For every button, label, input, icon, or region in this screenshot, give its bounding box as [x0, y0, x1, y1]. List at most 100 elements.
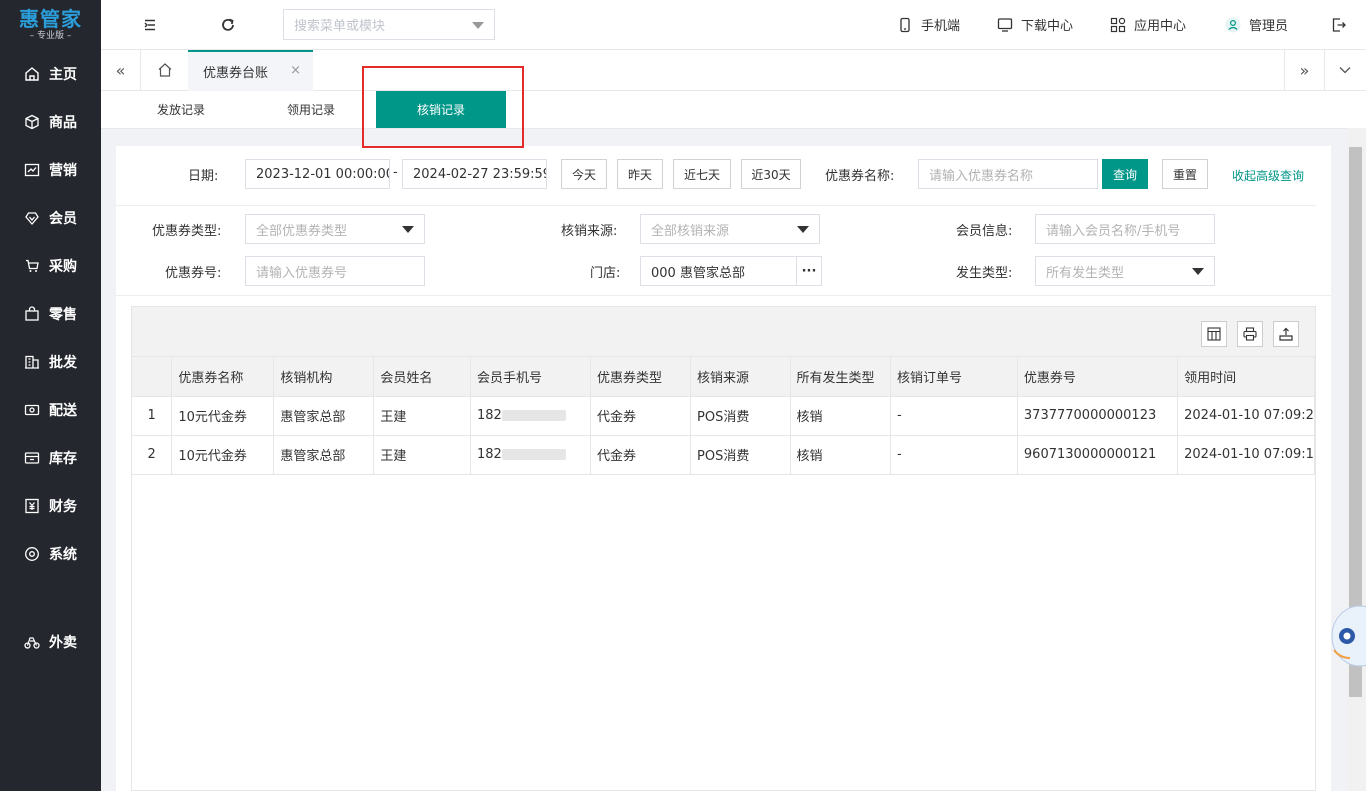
sidebar-item-label: 商品	[49, 115, 77, 131]
tab-verify-records[interactable]: 核销记录	[376, 91, 506, 128]
tab-receive-records[interactable]: 领用记录	[287, 91, 335, 128]
col-header-coupon-no[interactable]: 优惠券号	[1017, 357, 1179, 397]
cell-member-name: 王建	[373, 435, 471, 475]
page-scrollbar[interactable]	[1347, 128, 1366, 791]
query-button[interactable]: 查询	[1102, 159, 1148, 189]
coupon-name-label: 优惠券名称:	[825, 169, 895, 184]
sidebar-item-finance[interactable]: 财务	[0, 482, 101, 530]
menu-search-select[interactable]: 搜索菜单或模块	[283, 9, 495, 40]
tabs-scroll-right-button[interactable]: »	[1284, 50, 1324, 90]
menu-toggle-button[interactable]	[137, 12, 163, 38]
download-center-link[interactable]: 下载中心	[997, 15, 1073, 34]
apps-grid-icon	[1110, 17, 1126, 32]
sidebar-item-takeout[interactable]: 外卖	[0, 618, 101, 666]
refresh-button[interactable]	[215, 12, 241, 38]
logout-button[interactable]	[1326, 12, 1352, 38]
print-button[interactable]	[1237, 321, 1263, 347]
robot-icon	[1331, 605, 1366, 667]
sidebar-item-wholesale[interactable]: 批发	[0, 338, 101, 386]
col-header-member-phone[interactable]: 会员手机号	[470, 357, 592, 397]
box-icon	[25, 114, 39, 130]
date-to-input[interactable]: 2024-02-27 23:59:59	[402, 159, 547, 189]
sidebar-item-goods[interactable]: 商品	[0, 98, 101, 146]
sidebar-item-delivery[interactable]: 配送	[0, 386, 101, 434]
refresh-icon	[222, 18, 234, 31]
sidebar-item-label: 会员	[49, 211, 77, 227]
reset-button[interactable]: 重置	[1162, 159, 1208, 189]
collapse-advanced-link[interactable]: 收起高级查询	[1232, 167, 1304, 184]
app-center-link[interactable]: 应用中心	[1110, 15, 1186, 34]
phone-icon	[900, 17, 910, 32]
mobile-label: 手机端	[921, 19, 961, 34]
export-icon	[1279, 327, 1293, 341]
sidebar-item-system[interactable]: 系统	[0, 530, 101, 578]
date-from-input[interactable]: 2023-12-01 00:00:00	[245, 159, 390, 189]
today-button[interactable]: 今天	[561, 159, 607, 189]
verify-source-select[interactable]: 全部核销来源	[640, 214, 820, 244]
col-header-occur-type[interactable]: 所有发生类型	[790, 357, 891, 397]
tab-issue-records[interactable]: 发放记录	[157, 91, 205, 128]
export-button[interactable]	[1273, 321, 1299, 347]
table-row[interactable]: 2 10元代金券 惠管家总部 王建 182 代金券 POS消费 核销 - 960…	[132, 435, 1315, 475]
chevron-down-icon	[472, 22, 484, 29]
col-header-coupon-name[interactable]: 优惠券名称	[171, 357, 275, 397]
col-header-member-name[interactable]: 会员姓名	[373, 357, 471, 397]
member-info-input[interactable]: 请输入会员名称/手机号	[1035, 214, 1215, 244]
sidebar-item-member[interactable]: 会员	[0, 194, 101, 242]
cell-coupon-type: 代金券	[590, 435, 691, 475]
col-header-verify-source[interactable]: 核销来源	[690, 357, 791, 397]
last-30-days-button[interactable]: 近30天	[741, 159, 801, 189]
building-icon	[25, 355, 39, 369]
coupon-type-select[interactable]: 全部优惠券类型	[245, 214, 425, 244]
yesterday-button[interactable]: 昨天	[617, 159, 663, 189]
cell-occur-type: 核销	[790, 435, 891, 475]
store-picker-button[interactable]: ···	[796, 256, 822, 286]
col-header-verify-order-no[interactable]: 核销订单号	[890, 357, 1018, 397]
records-grid: 优惠券名称 核销机构 会员姓名 会员手机号 优惠券类型 核销来源 所有发生类型 …	[131, 306, 1316, 791]
tab-coupon-ledger[interactable]: 优惠券台账 ×	[188, 50, 313, 91]
col-header-receive-time[interactable]: 领用时间	[1177, 357, 1315, 397]
mobile-link[interactable]: 手机端	[897, 15, 960, 34]
col-header-coupon-type[interactable]: 优惠券类型	[590, 357, 691, 397]
table-row[interactable]: 1 10元代金券 惠管家总部 王建 182 代金券 POS消费 核销 - 373…	[132, 396, 1315, 436]
cell-index: 1	[132, 396, 173, 436]
col-header-verify-org[interactable]: 核销机构	[273, 357, 375, 397]
phone-prefix: 182	[476, 408, 502, 423]
sidebar-item-inventory[interactable]: 库存	[0, 434, 101, 482]
tabs-scroll-left-button[interactable]: «	[101, 50, 141, 90]
cell-coupon-no: 3737770000000123	[1017, 396, 1179, 436]
phone-mask	[501, 410, 566, 421]
cell-member-phone: 182	[470, 396, 592, 436]
sidebar-item-purchase[interactable]: 采购	[0, 242, 101, 290]
coupon-name-input[interactable]: 请输入优惠券名称	[918, 159, 1098, 189]
grid-toolbar	[132, 307, 1315, 357]
user-menu[interactable]: 管理员	[1225, 15, 1288, 34]
close-icon[interactable]: ×	[290, 63, 301, 78]
columns-icon	[1207, 327, 1221, 341]
verify-source-value: 全部核销来源	[651, 223, 730, 239]
sidebar-item-retail[interactable]: 零售	[0, 290, 101, 338]
sidebar-item-home[interactable]: 主页	[0, 50, 101, 98]
date-label: 日期:	[188, 169, 219, 184]
coupon-no-label: 优惠券号:	[165, 266, 222, 281]
tab-home[interactable]	[145, 50, 185, 90]
purchase-icon	[26, 259, 39, 272]
store-input[interactable]: 000 惠管家总部	[640, 256, 798, 286]
tabs-menu-button[interactable]	[1324, 50, 1364, 90]
occur-type-select[interactable]: 所有发生类型	[1035, 256, 1215, 286]
cell-verify-order-no: -	[890, 396, 1018, 436]
sidebar-item-label: 配送	[49, 403, 77, 419]
coupon-no-input[interactable]: 请输入优惠券号	[245, 256, 425, 286]
cell-verify-org: 惠管家总部	[273, 396, 375, 436]
double-chevron-right-icon: »	[1299, 60, 1310, 80]
logo[interactable]: 惠管家 – 专业版 –	[0, 0, 101, 50]
sidebar-item-label: 系统	[49, 547, 77, 563]
sidebar-item-label: 主页	[49, 67, 77, 83]
last-7-days-button[interactable]: 近七天	[673, 159, 731, 189]
columns-button[interactable]	[1201, 321, 1227, 347]
sidebar: 惠管家 – 专业版 – 主页 商品 营销 会员 采购 零售 批发 配送 库存 财…	[0, 0, 101, 791]
sidebar-item-marketing[interactable]: 营销	[0, 146, 101, 194]
assistant-robot[interactable]	[1330, 598, 1366, 668]
download-label: 下载中心	[1021, 19, 1074, 34]
chevron-down-icon	[402, 226, 414, 233]
